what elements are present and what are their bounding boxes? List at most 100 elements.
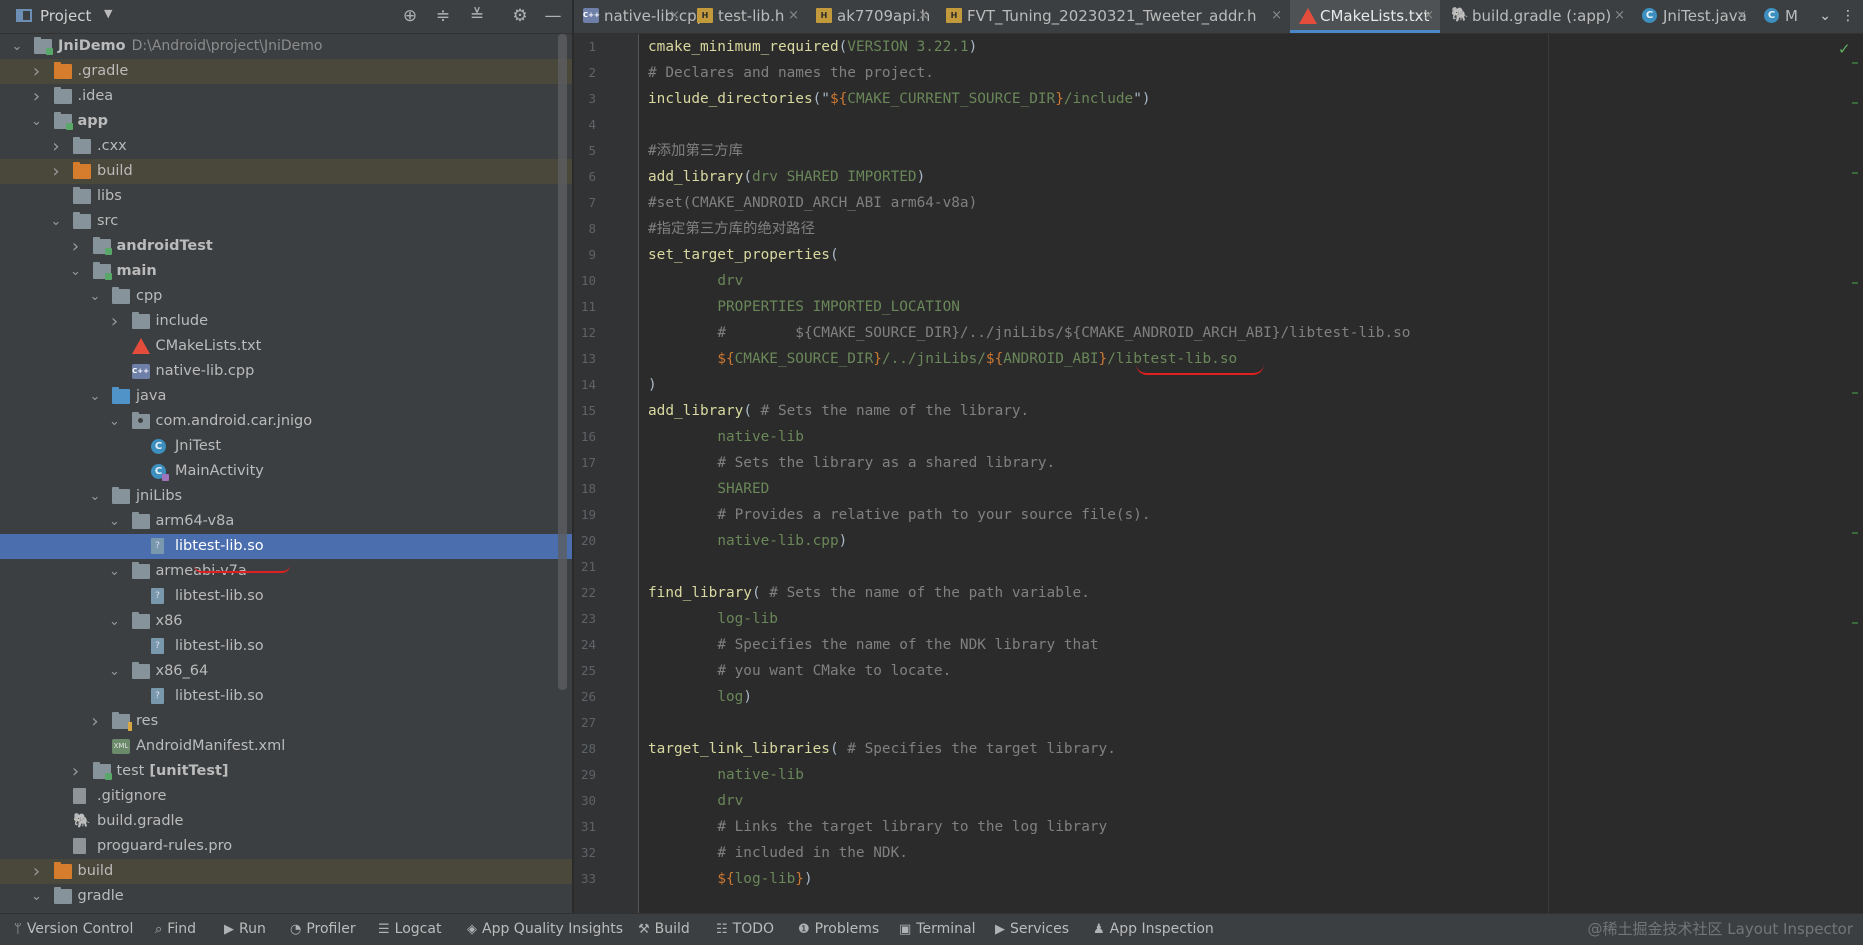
line-number[interactable]: 26 bbox=[574, 684, 596, 710]
tree-row[interactable]: ⌄ src bbox=[0, 209, 572, 234]
chevron-right-icon[interactable]: › bbox=[88, 709, 102, 734]
line-number[interactable]: 23 bbox=[574, 606, 596, 632]
scroll-marker[interactable] bbox=[1852, 282, 1858, 284]
code-line[interactable]: ${log-lib}) bbox=[648, 866, 812, 892]
editor-tab[interactable]: C JniTest.java × bbox=[1633, 0, 1753, 33]
tree-row[interactable]: C++ native-lib.cpp bbox=[0, 359, 572, 384]
code-line[interactable]: native-lib bbox=[648, 762, 804, 788]
line-number[interactable]: 13 bbox=[574, 346, 596, 372]
toolwindow-button[interactable]: ▶ Services bbox=[995, 914, 1069, 945]
tree-row[interactable]: › build bbox=[0, 859, 572, 884]
line-number[interactable]: 21 bbox=[574, 554, 596, 580]
chevron-right-icon[interactable]: › bbox=[69, 759, 83, 784]
chevron-down-icon[interactable]: ⌄ bbox=[30, 884, 44, 909]
hide-panel-icon[interactable]: — bbox=[541, 4, 565, 28]
tree-row[interactable]: › test [unitTest] bbox=[0, 759, 572, 784]
line-number[interactable]: 24 bbox=[574, 632, 596, 658]
chevron-down-icon[interactable]: ⌄ bbox=[1819, 0, 1831, 32]
tree-row[interactable]: › res bbox=[0, 709, 572, 734]
chevron-down-icon[interactable]: ⌄ bbox=[108, 659, 122, 684]
close-icon[interactable]: × bbox=[788, 0, 799, 32]
code-line[interactable]: drv bbox=[648, 788, 743, 814]
chevron-down-icon[interactable]: ⌄ bbox=[108, 409, 122, 434]
chevron-right-icon[interactable]: › bbox=[49, 134, 63, 159]
locate-file-icon[interactable]: ⊕ bbox=[398, 4, 422, 28]
chevron-down-icon[interactable]: ⌄ bbox=[69, 259, 83, 284]
line-number[interactable]: 12 bbox=[574, 320, 596, 346]
toolwindow-button[interactable]: ◈ App Quality Insights bbox=[467, 914, 623, 945]
chevron-right-icon[interactable]: › bbox=[69, 234, 83, 259]
tree-row[interactable]: C MainActivity bbox=[0, 459, 572, 484]
toolwindow-button[interactable]: ▣ Terminal bbox=[899, 914, 975, 945]
code-line[interactable]: add_library(drv SHARED IMPORTED) bbox=[648, 164, 925, 190]
chevron-down-icon[interactable]: ⌄ bbox=[88, 284, 102, 309]
tree-row[interactable]: ⌄ x86_64 bbox=[0, 659, 572, 684]
line-number[interactable]: 11 bbox=[574, 294, 596, 320]
code-line[interactable]: log-lib bbox=[648, 606, 778, 632]
code-line[interactable]: # Links the target library to the log li… bbox=[648, 814, 1107, 840]
chevron-down-icon[interactable]: ⌄ bbox=[108, 559, 122, 584]
tree-row[interactable]: › .cxx bbox=[0, 134, 572, 159]
toolwindow-button[interactable]: ❶ Problems bbox=[798, 914, 879, 945]
line-number[interactable]: 29 bbox=[574, 762, 596, 788]
line-number[interactable]: 25 bbox=[574, 658, 596, 684]
tree-row[interactable]: ⌄ cpp bbox=[0, 284, 572, 309]
line-number[interactable]: 7 bbox=[574, 190, 596, 216]
tree-row[interactable]: ? libtest-lib.so bbox=[0, 534, 572, 559]
editor-tab[interactable]: 🐘 build.gradle (:app) × bbox=[1442, 0, 1631, 33]
gear-icon[interactable]: ⚙ bbox=[508, 4, 532, 28]
close-icon[interactable]: × bbox=[669, 0, 680, 32]
code-line[interactable]: native-lib bbox=[648, 424, 804, 450]
code-line[interactable]: target_link_libraries( # Specifies the t… bbox=[648, 736, 1116, 762]
line-number[interactable]: 1 bbox=[574, 34, 596, 60]
more-icon[interactable]: ⋮ bbox=[1841, 0, 1855, 32]
editor-tab[interactable]: CMakeLists.txt × bbox=[1290, 0, 1440, 33]
code-editor[interactable]: cmake_minimum_required(VERSION 3.22.1) # … bbox=[640, 34, 1850, 913]
code-line[interactable]: SHARED bbox=[648, 476, 769, 502]
code-line[interactable]: drv bbox=[648, 268, 743, 294]
code-line[interactable]: # Declares and names the project. bbox=[648, 60, 934, 86]
scroll-marker[interactable] bbox=[1852, 62, 1858, 64]
line-number[interactable]: 17 bbox=[574, 450, 596, 476]
tree-row[interactable]: ? libtest-lib.so bbox=[0, 584, 572, 609]
line-number[interactable]: 30 bbox=[574, 788, 596, 814]
chevron-down-icon[interactable]: ⌄ bbox=[108, 609, 122, 634]
code-line[interactable]: # included in the NDK. bbox=[648, 840, 908, 866]
tree-row[interactable]: ⌄ com.android.car.jnigo bbox=[0, 409, 572, 434]
line-number[interactable]: 10 bbox=[574, 268, 596, 294]
tree-row[interactable]: CMakeLists.txt bbox=[0, 334, 572, 359]
editor-tab[interactable]: Hak7709api.h × bbox=[807, 0, 935, 33]
tree-row[interactable]: › build bbox=[0, 159, 572, 184]
chevron-right-icon[interactable]: › bbox=[49, 159, 63, 184]
tree-row[interactable]: 🐘 build.gradle bbox=[0, 809, 572, 834]
chevron-down-icon[interactable]: ⌄ bbox=[30, 109, 44, 134]
toolwindow-button[interactable]: ◔ Profiler bbox=[290, 914, 356, 945]
line-number[interactable]: 18 bbox=[574, 476, 596, 502]
line-number[interactable]: 6 bbox=[574, 164, 596, 190]
line-number[interactable]: 33 bbox=[574, 866, 596, 892]
scroll-marker[interactable] bbox=[1852, 172, 1858, 174]
chevron-down-icon[interactable]: ⌄ bbox=[88, 384, 102, 409]
code-line[interactable]: #指定第三方库的绝对路径 bbox=[648, 216, 815, 242]
line-number[interactable]: 5 bbox=[574, 138, 596, 164]
code-line[interactable]: set_target_properties( bbox=[648, 242, 839, 268]
scroll-marker[interactable] bbox=[1852, 622, 1858, 624]
code-line[interactable]: ) bbox=[648, 372, 657, 398]
tree-row[interactable]: ⌄ jniLibs bbox=[0, 484, 572, 509]
toolwindow-button[interactable]: ⚒ Build bbox=[638, 914, 690, 945]
line-number[interactable]: 2 bbox=[574, 60, 596, 86]
chevron-down-icon[interactable]: ▼ bbox=[104, 7, 112, 20]
line-number[interactable]: 28 bbox=[574, 736, 596, 762]
editor-tab[interactable]: CM bbox=[1755, 0, 1815, 33]
tree-row[interactable]: ? libtest-lib.so bbox=[0, 684, 572, 709]
code-line[interactable]: # ${CMAKE_SOURCE_DIR}/../jniLibs/${CMAKE… bbox=[648, 320, 1410, 346]
code-line[interactable]: include_directories("${CMAKE_CURRENT_SOU… bbox=[648, 86, 1151, 112]
collapse-all-icon[interactable]: ≚ bbox=[465, 4, 489, 28]
code-line[interactable]: log) bbox=[648, 684, 752, 710]
tree-row[interactable]: C JniTest bbox=[0, 434, 572, 459]
scroll-marker[interactable] bbox=[1852, 532, 1858, 534]
line-number[interactable]: 15 bbox=[574, 398, 596, 424]
tree-row[interactable]: libs bbox=[0, 184, 572, 209]
code-line[interactable]: #添加第三方库 bbox=[648, 138, 743, 164]
tree-row[interactable]: › androidTest bbox=[0, 234, 572, 259]
